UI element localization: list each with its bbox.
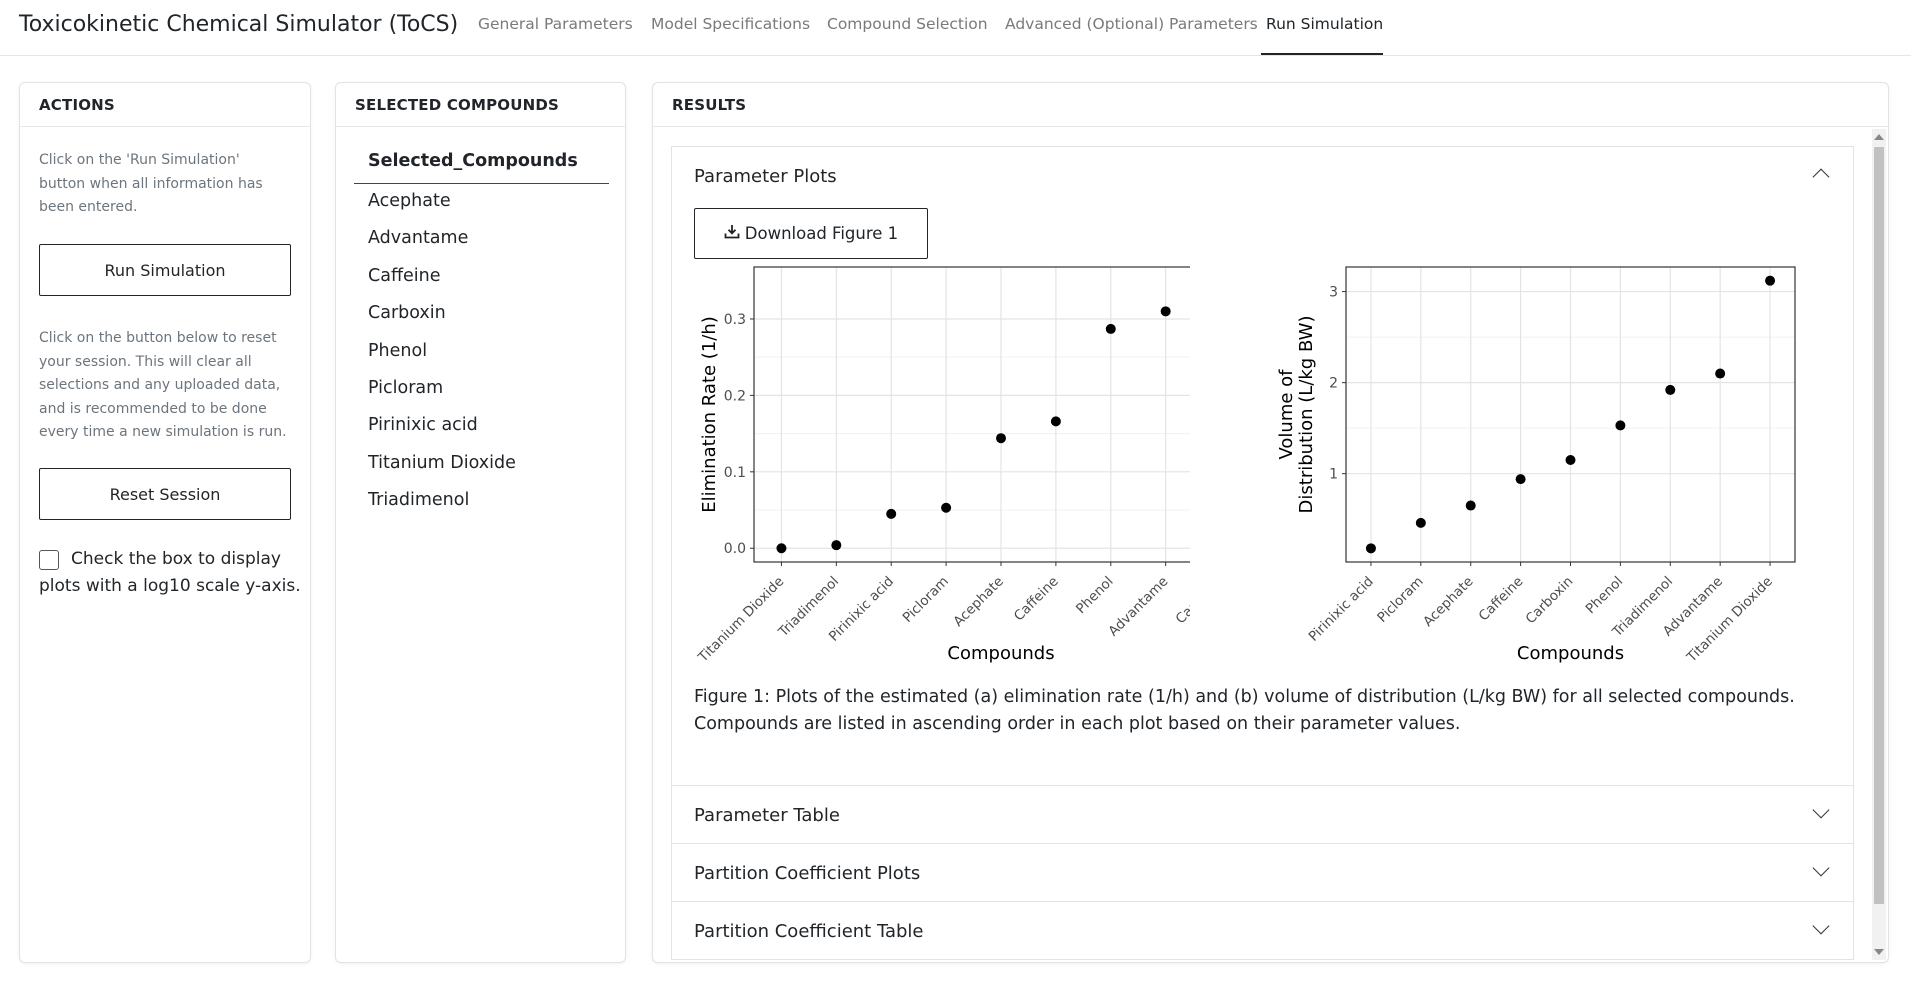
accordion-partition-coefficient-table[interactable]: Partition Coefficient Table — [672, 901, 1853, 959]
plot-panel — [754, 267, 1190, 562]
list-item: Carboxin — [368, 303, 446, 323]
selected-compounds-card: SELECTED COMPOUNDS Selected_Compounds Ac… — [335, 82, 626, 963]
figure-caption: Figure 1: Plots of the estimated (a) eli… — [694, 687, 1795, 734]
data-point — [1415, 517, 1426, 528]
data-point — [1765, 275, 1776, 286]
data-point — [1565, 455, 1576, 466]
compounds-column-header: Selected_Compounds — [354, 151, 609, 184]
reset-help-text: Click on the button below to reset your … — [39, 330, 287, 440]
scrollbar-thumb[interactable] — [1874, 147, 1884, 904]
x-tick-label: Titanium Dioxide — [1683, 574, 1776, 667]
run-help-text: Click on the 'Run Simulation' button whe… — [39, 152, 263, 215]
accordion-title: Parameter Table — [694, 805, 840, 826]
tab-model-specifications[interactable]: Model Specifications — [651, 15, 810, 33]
tab-run-simulation[interactable]: Run Simulation — [1266, 15, 1383, 33]
x-tick-label: Picloram — [1374, 574, 1426, 626]
navbar: Toxicokinetic Chemical Simulator (ToCS) … — [0, 0, 1911, 56]
accordion-title: Partition Coefficient Table — [694, 921, 924, 942]
y-tick-label: 1 — [1329, 467, 1338, 483]
list-item: Advantame — [368, 228, 469, 248]
x-tick-label: Titanium Dioxide — [695, 574, 788, 667]
y-axis-label: Elimination Rate (1/h) — [699, 316, 720, 513]
reset-session-button[interactable]: Reset Session — [39, 468, 291, 520]
data-point — [1715, 368, 1726, 379]
x-tick-label: Caffeine — [1011, 574, 1062, 625]
list-item: Acephate — [368, 191, 451, 211]
y-tick-label: 0.0 — [724, 541, 746, 557]
volume-of-distribution-plot: 1 2 3 Pirinixic acidPicloramAcephate Caffein… — [1276, 266, 1796, 667]
y-tick-label: 0.3 — [724, 312, 746, 328]
scroll-down-arrow-icon[interactable] — [1874, 949, 1884, 955]
elimination-rate-plot: 0.00.10.20.3Titanium DioxideTriadimenolP… — [695, 266, 1190, 667]
download-figure-label: Download Figure 1 — [744, 224, 899, 243]
run-simulation-button[interactable]: Run Simulation — [39, 244, 291, 296]
accordion-parameter-plots[interactable]: Parameter Plots — [672, 147, 1853, 205]
data-point — [831, 540, 842, 551]
log-scale-checkbox-label: Check the box to display plots with a lo… — [39, 549, 301, 596]
data-point — [1665, 384, 1676, 395]
x-tick-label: Carboxin — [1173, 574, 1190, 628]
x-tick-label: Acephate — [950, 574, 1006, 630]
x-tick-label: Carboxin — [1523, 574, 1577, 628]
tab-general-parameters[interactable]: General Parameters — [478, 15, 633, 33]
scroll-up-arrow-icon[interactable] — [1874, 134, 1884, 140]
list-item: Pirinixic acid — [368, 415, 478, 435]
data-point — [886, 508, 897, 519]
data-point — [996, 433, 1006, 444]
data-point — [1515, 474, 1526, 485]
data-point — [1465, 500, 1476, 511]
app-title: Toxicokinetic Chemical Simulator (ToCS) — [19, 12, 459, 37]
list-item: Titanium Dioxide — [368, 453, 516, 473]
chevron-down-icon — [1812, 859, 1830, 877]
actions-card: ACTIONS Click on the 'Run Simulation' bu… — [19, 82, 311, 963]
x-tick-label: Acephate — [1420, 574, 1476, 630]
y-tick-label: 2 — [1329, 376, 1338, 392]
x-axis-label: Compounds — [1517, 643, 1624, 664]
x-tick-label: Phenol — [1583, 574, 1627, 618]
parameter-plots-panel: Download Figure 1 0.0 0.1 0.2 0.3 Titanium D… — [672, 205, 1853, 785]
accordion-title: Parameter Plots — [694, 166, 837, 187]
results-scrollbar[interactable] — [1872, 129, 1886, 960]
chevron-down-icon — [1812, 801, 1830, 819]
y-tick-label: 0.2 — [724, 388, 746, 404]
list-item: Phenol — [368, 341, 428, 361]
y-tick-label: 0.1 — [724, 465, 746, 481]
tab-compound-selection[interactable]: Compound Selection — [827, 15, 988, 33]
results-card: RESULTS Parameter Plots Download Figure … — [652, 82, 1889, 963]
accordion-parameter-table[interactable]: Parameter Table — [672, 785, 1853, 843]
x-tick-label: Pirinixic acid — [1306, 574, 1377, 645]
accordion-partition-coefficient-plots[interactable]: Partition Coefficient Plots — [672, 843, 1853, 901]
selected-compounds-header: SELECTED COMPOUNDS — [336, 83, 625, 127]
chevron-down-icon — [1812, 917, 1830, 935]
data-point — [1050, 416, 1061, 427]
x-tick-label: Picloram — [900, 574, 952, 626]
x-tick-label: Phenol — [1073, 574, 1117, 618]
chevron-up-icon — [1812, 168, 1830, 186]
data-point — [1365, 543, 1376, 554]
y-tick-label: 3 — [1329, 285, 1338, 301]
data-point — [1615, 420, 1626, 431]
accordion-title: Partition Coefficient Plots — [694, 863, 921, 884]
x-axis-label: Compounds — [947, 643, 1054, 664]
x-tick-label: Caffeine — [1476, 574, 1527, 625]
data-point — [776, 543, 787, 554]
results-accordion: Parameter Plots Download Figure 1 0.0 0.1… — [671, 146, 1854, 960]
x-tick-label: Advantame — [1105, 574, 1171, 640]
y-axis-label: Distribution (L/kg BW) — [1296, 316, 1317, 514]
tab-advanced-parameters[interactable]: Advanced (Optional) Parameters — [1005, 15, 1258, 33]
y-axis-label: Volume of — [1276, 369, 1297, 460]
results-header: RESULTS — [653, 83, 1888, 127]
log-scale-checkbox[interactable] — [39, 550, 59, 570]
list-item: Picloram — [368, 378, 444, 398]
list-item: Triadimenol — [368, 490, 470, 510]
download-icon — [724, 224, 740, 243]
data-point — [1160, 306, 1171, 317]
list-item: Caffeine — [368, 266, 441, 286]
download-figure-button[interactable]: Download Figure 1 — [694, 208, 928, 259]
data-point — [1105, 323, 1116, 334]
active-tab-indicator — [1261, 53, 1383, 55]
data-point — [941, 502, 952, 513]
actions-header: ACTIONS — [20, 83, 310, 127]
